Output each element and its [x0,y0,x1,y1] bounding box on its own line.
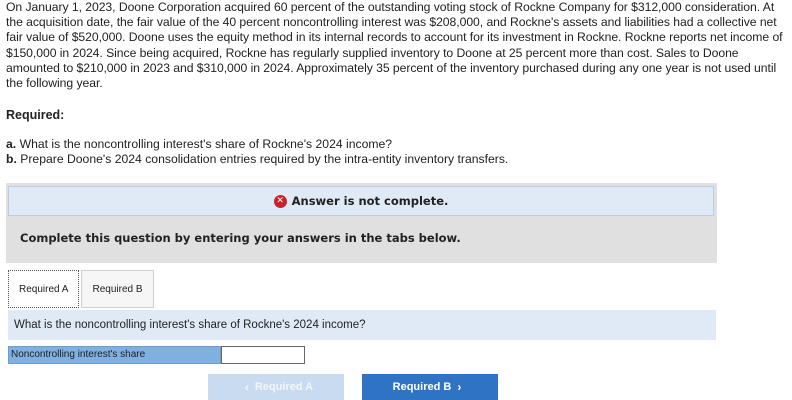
required-item-a: a. What is the noncontrolling interest's… [6,137,508,152]
required-heading: Required: [6,108,65,122]
required-item-marker: a. [6,137,17,151]
required-item-text: What is the noncontrolling interest's sh… [19,137,393,151]
tab-required-a[interactable]: Required A [8,270,80,308]
instructions-text: Complete this question by entering your … [20,231,461,245]
problem-paragraph: On January 1, 2023, Doone Corporation ac… [6,0,783,91]
answer-status-text: Answer is not complete. [291,194,449,208]
tab-panel-question: What is the noncontrolling interest's sh… [8,310,716,340]
prev-required-a-button[interactable]: ‹ Required A [208,374,344,400]
next-required-b-button[interactable]: Required B › [362,374,498,400]
error-x-icon: ✕ [273,194,287,208]
required-tabs: Required A Required B [8,270,154,308]
required-list: a. What is the noncontrolling interest's… [6,137,508,167]
nci-share-input[interactable] [221,346,305,364]
chevron-right-icon: › [457,380,462,394]
chevron-left-icon: ‹ [244,380,249,394]
problem-statement: On January 1, 2023, Doone Corporation ac… [6,0,788,91]
required-item-marker: b. [6,152,17,167]
nci-share-label: Noncontrolling interest's share [8,346,221,364]
answer-status-bar: ✕ Answer is not complete. [8,186,714,216]
next-button-label: Required B [392,381,452,393]
tab-required-b[interactable]: Required B [81,270,154,308]
required-item-text: Prepare Doone's 2024 consolidation entri… [20,152,509,167]
prev-button-label: Required A [254,381,314,393]
required-item-b: b. Prepare Doone's 2024 consolidation en… [6,152,508,167]
